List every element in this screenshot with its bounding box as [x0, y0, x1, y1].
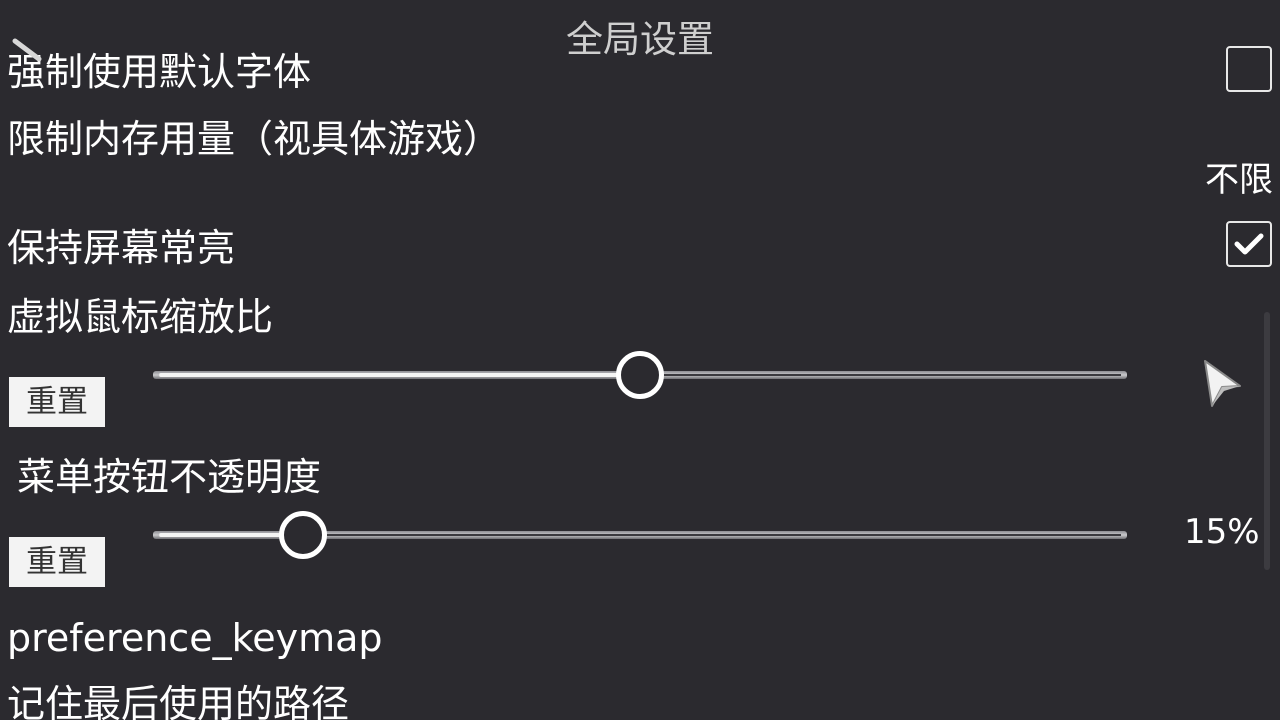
keymap-label[interactable]: preference_keymap [7, 616, 383, 660]
scrollbar[interactable] [1264, 312, 1270, 570]
mouse-scale-slider[interactable] [153, 351, 1127, 399]
slider-fill [159, 373, 640, 377]
keep-screen-on-label: 保持屏幕常亮 [7, 226, 236, 270]
mouse-cursor-icon [1204, 360, 1241, 407]
menu-opacity-value: 15% [1184, 512, 1260, 552]
memory-limit-value: 不限 [1205, 160, 1273, 200]
mouse-scale-reset-button[interactable]: 重置 [9, 377, 105, 427]
force-default-font-checkbox[interactable] [1226, 46, 1272, 92]
slider-thumb[interactable] [616, 351, 664, 399]
menu-opacity-slider[interactable] [153, 511, 1127, 559]
menu-opacity-label: 菜单按钮不透明度 [17, 455, 322, 499]
pencil-back-icon[interactable] [10, 36, 44, 64]
remember-path-label[interactable]: 记住最后使用的路径 [7, 682, 349, 720]
force-default-font-label: 强制使用默认字体 [7, 50, 312, 94]
checkmark-icon [1234, 233, 1264, 255]
menu-opacity-reset-button[interactable]: 重置 [9, 537, 105, 587]
memory-limit-label[interactable]: 限制内存用量（视具体游戏） [7, 117, 501, 161]
slider-thumb[interactable] [279, 511, 328, 559]
mouse-scale-label: 虚拟鼠标缩放比 [7, 295, 274, 339]
settings-screen: 强制使用默认字体 限制内存用量（视具体游戏） 不限 保持屏幕常亮 虚拟鼠标缩放比… [0, 0, 1280, 720]
keep-screen-on-checkbox[interactable] [1226, 221, 1272, 267]
